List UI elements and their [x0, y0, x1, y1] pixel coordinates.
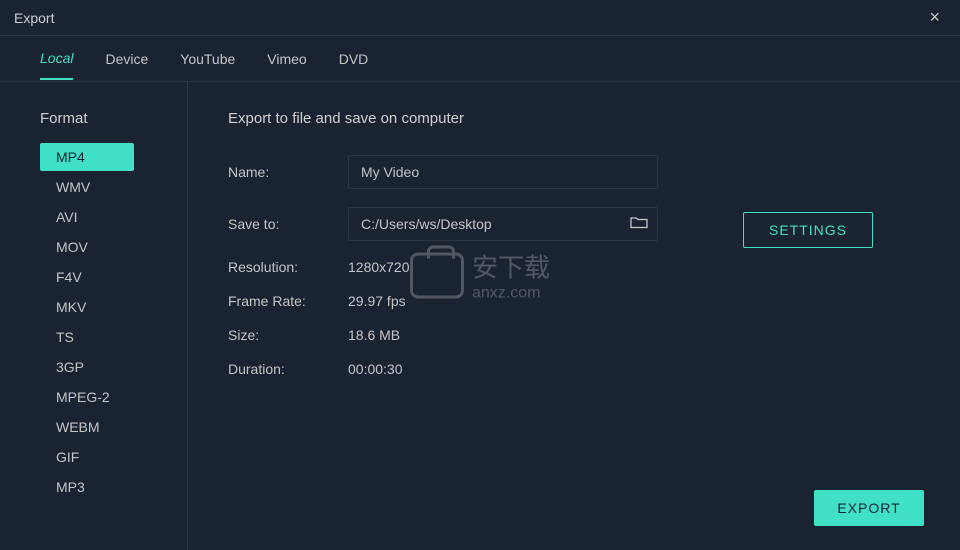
title-bar: Export ×: [0, 0, 960, 36]
format-item-mp3[interactable]: MP3: [40, 473, 134, 501]
format-item-f4v[interactable]: F4V: [40, 263, 134, 291]
tab-youtube[interactable]: YouTube: [180, 39, 235, 79]
format-sidebar: Format MP4 WMV AVI MOV F4V MKV TS 3GP MP…: [0, 82, 188, 550]
format-item-wmv[interactable]: WMV: [40, 173, 134, 201]
export-button[interactable]: EXPORT: [814, 490, 924, 526]
export-heading: Export to file and save on computer: [228, 110, 920, 127]
format-item-mp4[interactable]: MP4: [40, 143, 134, 171]
name-label: Name:: [228, 164, 348, 180]
tab-vimeo[interactable]: Vimeo: [267, 39, 306, 79]
format-item-mpeg2[interactable]: MPEG-2: [40, 383, 134, 411]
format-item-gif[interactable]: GIF: [40, 443, 134, 471]
duration-row: Duration: 00:00:30: [228, 361, 920, 377]
size-row: Size: 18.6 MB: [228, 327, 920, 343]
saveto-input[interactable]: [348, 207, 658, 241]
export-tabs: Local Device YouTube Vimeo DVD: [0, 36, 960, 82]
folder-icon[interactable]: [630, 216, 648, 233]
size-value: 18.6 MB: [348, 327, 400, 343]
resolution-row: Resolution: 1280x720: [228, 259, 920, 275]
format-item-mov[interactable]: MOV: [40, 233, 134, 261]
format-item-avi[interactable]: AVI: [40, 203, 134, 231]
framerate-row: Frame Rate: 29.97 fps: [228, 293, 920, 309]
name-row: Name:: [228, 155, 920, 189]
resolution-label: Resolution:: [228, 259, 348, 275]
settings-button[interactable]: SETTINGS: [743, 212, 873, 248]
window-title: Export: [14, 10, 54, 26]
framerate-label: Frame Rate:: [228, 293, 348, 309]
format-item-ts[interactable]: TS: [40, 323, 134, 351]
format-item-3gp[interactable]: 3GP: [40, 353, 134, 381]
tab-local[interactable]: Local: [40, 38, 73, 80]
format-item-webm[interactable]: WEBM: [40, 413, 134, 441]
resolution-value: 1280x720: [348, 259, 410, 275]
tab-dvd[interactable]: DVD: [339, 39, 369, 79]
size-label: Size:: [228, 327, 348, 343]
format-item-mkv[interactable]: MKV: [40, 293, 134, 321]
name-input[interactable]: [348, 155, 658, 189]
duration-label: Duration:: [228, 361, 348, 377]
close-icon[interactable]: ×: [923, 5, 946, 30]
content-area: Format MP4 WMV AVI MOV F4V MKV TS 3GP MP…: [0, 82, 960, 550]
saveto-label: Save to:: [228, 216, 348, 232]
framerate-value: 29.97 fps: [348, 293, 406, 309]
tab-device[interactable]: Device: [105, 39, 148, 79]
duration-value: 00:00:30: [348, 361, 403, 377]
main-panel: Export to file and save on computer Name…: [188, 82, 960, 550]
format-heading: Format: [40, 110, 187, 127]
